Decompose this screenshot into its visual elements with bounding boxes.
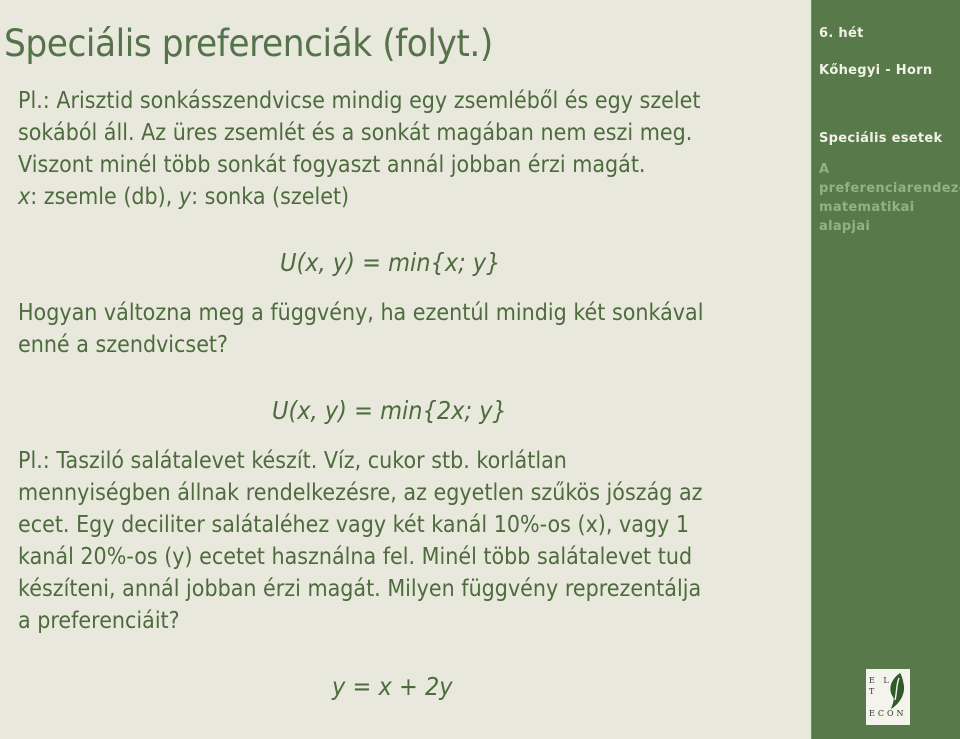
- var-x-desc: : zsemle (db),: [30, 182, 179, 210]
- text-line: a preferenciáit?: [18, 606, 180, 634]
- var-y-desc: : sonka (szelet): [191, 182, 350, 210]
- formula-text: U(x, y) = min{x; y}: [280, 248, 501, 277]
- text-line: Pl.: Tasziló salátalevet készít. Víz, cu…: [18, 446, 567, 474]
- sidebar-section-next-line: preferenciarendezés: [819, 181, 960, 196]
- slide-content: Speciális preferenciák (folyt.) Pl.: Ari…: [0, 0, 811, 739]
- text-line: Viszont minél több sonkát fogyaszt annál…: [18, 150, 646, 178]
- var-x: x: [18, 182, 31, 210]
- text-line: Pl.: Arisztid sonkásszendvicse mindig eg…: [18, 86, 701, 114]
- sidebar-section-current[interactable]: Speciális esetek: [819, 131, 942, 146]
- formula-leontief-1: U(x, y) = min{x; y}: [280, 248, 501, 277]
- sidebar-section-next-line: alapjai: [819, 219, 871, 234]
- elte-econ-logo: E L T ECON: [866, 669, 910, 725]
- formula-text: U(x, y) = min{2x; y}: [272, 396, 507, 425]
- text-line: sokából áll. Az üres zsemlét és a sonkát…: [18, 118, 693, 146]
- formula-text: y = x + 2y: [332, 672, 453, 701]
- sidebar-section-next-line: A: [819, 162, 830, 177]
- text-line: Hogyan változna meg a függvény, ha ezent…: [18, 298, 704, 326]
- sidebar-section-next-line: matematikai: [819, 200, 915, 215]
- text-line: enné a szendvicset?: [18, 330, 229, 358]
- sidebar-nav: 6. hét Kőhegyi - Horn Speciális esetek A…: [811, 0, 960, 739]
- sidebar-section-next[interactable]: A preferenciarendezés matematikai alapja…: [819, 160, 960, 236]
- variables-line: x: zsemle (db), y: sonka (szelet): [18, 180, 700, 212]
- sidebar-week[interactable]: 6. hét: [819, 26, 864, 41]
- formula-leontief-2: U(x, y) = min{2x; y}: [272, 396, 507, 425]
- slide-title: Speciális preferenciák (folyt.): [4, 22, 493, 65]
- var-y: y: [178, 182, 192, 210]
- text-line: ecet. Egy deciliter salátaléhez vagy két…: [18, 510, 690, 538]
- leaf-icon: [890, 673, 905, 709]
- example-1-text: Pl.: Arisztid sonkásszendvicse mindig eg…: [18, 84, 700, 212]
- sidebar-authors[interactable]: Kőhegyi - Horn: [819, 63, 932, 78]
- text-line: mennyiségben állnak rendelkezésre, az eg…: [18, 478, 703, 506]
- example-2-text: Pl.: Tasziló salátalevet készít. Víz, cu…: [18, 444, 703, 636]
- text-line: készíteni, annál jobban érzi magát. Mily…: [18, 574, 702, 602]
- question-text: Hogyan változna meg a függvény, ha ezent…: [18, 296, 703, 360]
- text-line: kanál 20%-os (y) ecetet használna fel. M…: [18, 542, 693, 570]
- formula-linear: y = x + 2y: [332, 672, 453, 701]
